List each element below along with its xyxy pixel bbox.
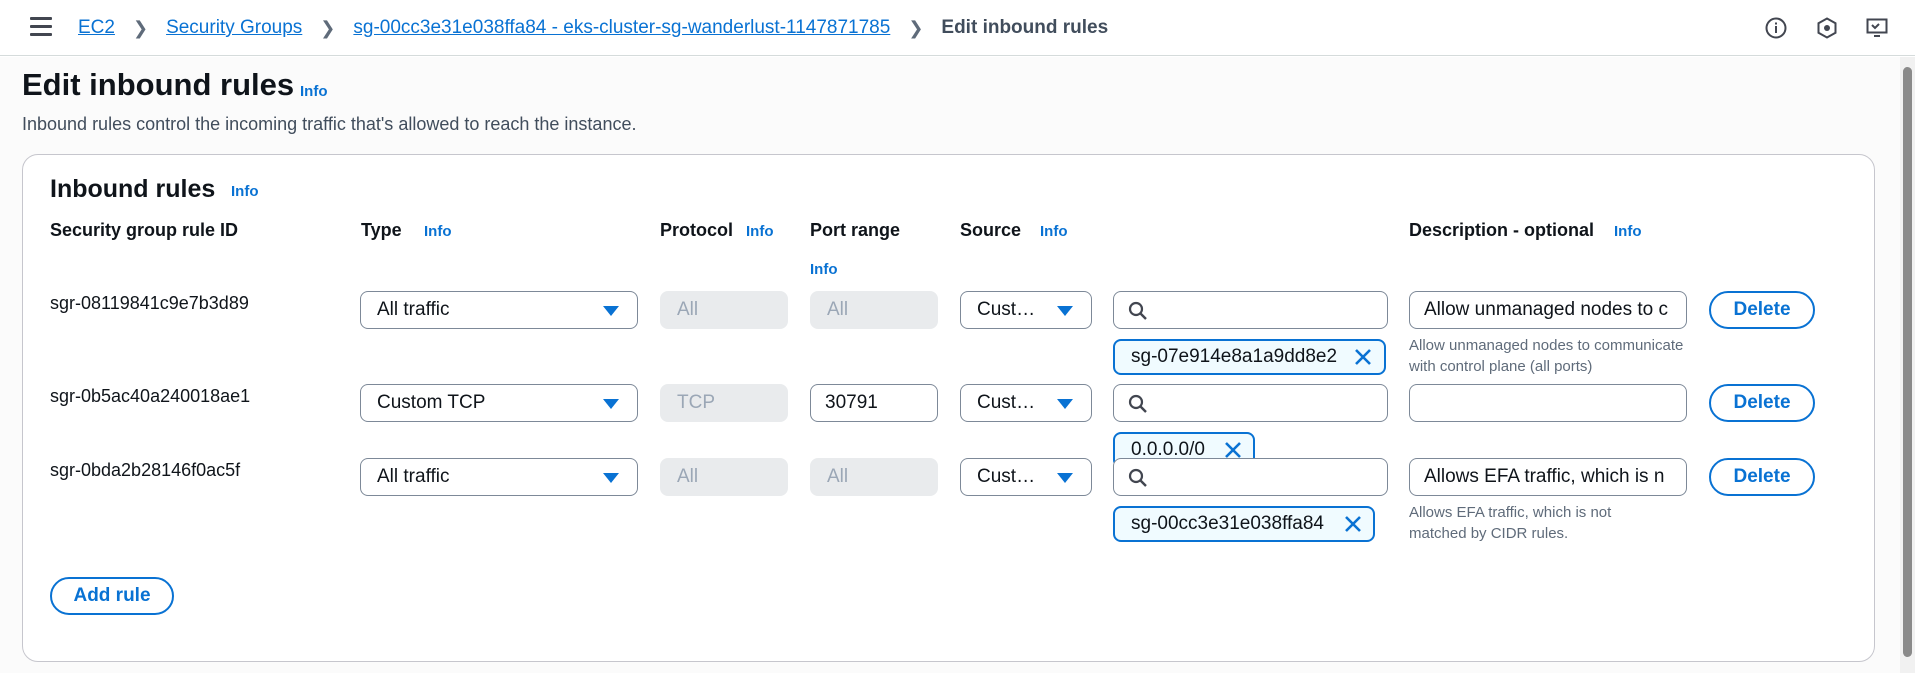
type-select-value: All traffic [377,466,450,487]
source-type-value: Cust… [977,392,1036,413]
caret-down-icon [603,399,619,409]
port-range-field: All [810,291,938,329]
info-circle-icon[interactable] [1764,16,1788,40]
search-icon [1128,468,1147,487]
column-header-protocol: Protocol [660,220,734,240]
description-input[interactable] [1409,384,1687,422]
column-header-rule-id: Security group rule ID [50,220,239,240]
breadcrumb-security-group[interactable]: sg-00cc3e31e038ffa84 - eks-cluster-sg-wa… [353,17,890,39]
description-help-text: Allow unmanaged nodes to communicate wit… [1409,337,1684,375]
page-title-info-link[interactable]: Info [300,83,328,100]
inbound-rules-card: Inbound rules Info Security group rule I… [22,154,1875,662]
description-input[interactable]: Allow unmanaged nodes to c [1409,291,1687,329]
port-range-input[interactable]: 30791 [810,384,938,422]
source-type-value: Cust… [977,466,1036,487]
close-icon[interactable] [1353,347,1373,367]
source-type-select[interactable]: Cust… [960,384,1092,422]
menu-icon[interactable] [30,17,52,37]
protocol-field: TCP [660,384,788,422]
source-search-input[interactable] [1113,458,1388,496]
caret-down-icon [603,473,619,483]
add-rule-button[interactable]: Add rule [50,577,174,615]
source-search-input[interactable] [1113,384,1388,422]
breadcrumb-current: Edit inbound rules [941,17,1109,38]
protocol-info-link[interactable]: Info [746,223,774,240]
display-icon[interactable] [1865,16,1889,40]
scrollbar-thumb[interactable] [1903,67,1912,657]
rule-id: sgr-0b5ac40a240018ae1 [50,386,251,406]
card-title: Inbound rules [50,175,216,203]
column-header-port-range: Port range [810,220,901,240]
caret-down-icon [1057,399,1073,409]
protocol-field: All [660,291,788,329]
breadcrumb-ec2[interactable]: EC2 [78,17,115,39]
delete-button[interactable]: Delete [1709,384,1815,422]
column-header-source: Source [960,220,1022,240]
port-range-info-link[interactable]: Info [810,261,838,278]
vertical-scrollbar[interactable] [1900,57,1915,673]
top-navigation: EC2 ❯ Security Groups ❯ sg-00cc3e31e038f… [0,0,1915,56]
search-icon [1128,394,1147,413]
source-type-value: Cust… [977,299,1036,320]
rule-id: sgr-0bda2b28146f0ac5f [50,460,241,480]
main-content: Edit inbound rules Info Inbound rules co… [0,57,1900,673]
type-info-link[interactable]: Info [424,223,452,240]
rule-id: sgr-08119841c9e7b3d89 [50,293,249,313]
caret-down-icon [1057,473,1073,483]
source-search-input[interactable] [1113,291,1388,329]
column-header-type: Type [361,220,402,240]
chevron-right-icon: ❯ [908,17,924,38]
caret-down-icon [603,306,619,316]
type-select[interactable]: Custom TCP [360,384,638,422]
search-icon [1128,301,1147,320]
delete-button[interactable]: Delete [1709,458,1815,496]
column-header-description: Description - optional [1409,220,1595,240]
card-info-link[interactable]: Info [231,183,259,200]
type-select-value: Custom TCP [377,392,486,413]
source-token-label: 0.0.0.0/0 [1131,439,1205,460]
description-input[interactable]: Allows EFA traffic, which is n [1409,458,1687,496]
close-icon[interactable] [1343,514,1363,534]
settings-hexagon-icon[interactable] [1815,16,1839,40]
type-select-value: All traffic [377,299,450,320]
chevron-right-icon: ❯ [320,17,336,38]
source-info-link[interactable]: Info [1040,223,1068,240]
type-select[interactable]: All traffic [360,291,638,329]
page-description: Inbound rules control the incoming traff… [22,114,637,134]
type-select[interactable]: All traffic [360,458,638,496]
source-type-select[interactable]: Cust… [960,458,1092,496]
description-help-text: Allows EFA traffic, which is not matched… [1409,504,1612,542]
source-token-label: sg-00cc3e31e038ffa84 [1131,513,1324,534]
caret-down-icon [1057,306,1073,316]
source-token: sg-07e914e8a1a9dd8e2 [1113,339,1386,375]
delete-button[interactable]: Delete [1709,291,1815,329]
chevron-right-icon: ❯ [132,17,149,38]
source-token: sg-00cc3e31e038ffa84 [1113,506,1375,542]
source-token-label: sg-07e914e8a1a9dd8e2 [1131,346,1338,367]
breadcrumb: EC2 ❯ Security Groups ❯ sg-00cc3e31e038f… [78,16,1108,40]
source-type-select[interactable]: Cust… [960,291,1092,329]
close-icon[interactable] [1223,440,1243,460]
port-range-field: All [810,458,938,496]
description-info-link[interactable]: Info [1614,223,1642,240]
breadcrumb-security-groups[interactable]: Security Groups [166,17,302,39]
protocol-field: All [660,458,788,496]
page-title: Edit inbound rules [22,67,295,102]
